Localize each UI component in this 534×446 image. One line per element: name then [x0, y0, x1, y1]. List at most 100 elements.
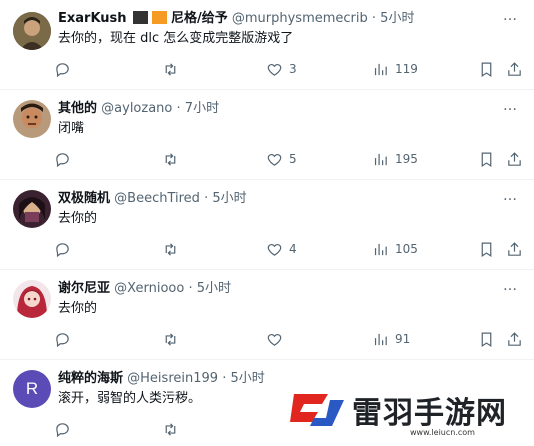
retweet-button[interactable] [162, 239, 179, 259]
heart-icon [267, 153, 282, 166]
timestamp[interactable]: 5小时 [197, 281, 231, 296]
user-handle[interactable]: @aylozano [101, 101, 172, 116]
bookmark-button[interactable] [478, 149, 495, 169]
avatar[interactable]: R [13, 370, 51, 408]
bookmark-icon [481, 242, 492, 257]
share-icon [508, 241, 521, 256]
separator: · [204, 191, 209, 206]
reply-icon [56, 242, 69, 257]
site-watermark: 雷羽手游网 www.leiucn.com [280, 374, 534, 446]
view-count: 119 [395, 62, 418, 76]
separator: · [222, 371, 227, 386]
more-options-icon[interactable]: … [503, 98, 518, 114]
display-name[interactable]: 纯粹的海斯 [58, 371, 123, 386]
views-chart-icon [374, 333, 387, 345]
heart-icon [267, 243, 282, 256]
bookmark-button[interactable] [478, 59, 495, 79]
tweet-text: 滚开，弱智的人类污秽。 [58, 391, 202, 406]
share-button[interactable] [506, 239, 523, 259]
timestamp[interactable]: 5小时 [212, 191, 246, 206]
tweet-header: 谢尔尼亚 @Xerniooo · 5小时 [58, 280, 231, 298]
like-count: 4 [289, 242, 297, 256]
timestamp[interactable]: 5小时 [380, 11, 414, 26]
retweet-icon [165, 152, 176, 166]
tweet-text: 去你的 [58, 301, 98, 316]
display-name[interactable]: 其他的 [58, 101, 97, 116]
tweet-header: 其他的 @aylozano · 7小时 [58, 100, 219, 118]
views-button[interactable]: 195 [372, 149, 418, 169]
tweet[interactable]: 谢尔尼亚 @Xerniooo · 5小时 … 去你的 91 [0, 270, 534, 360]
tweet-text: 闭嘴 [58, 121, 85, 136]
share-button[interactable] [506, 329, 523, 349]
user-handle[interactable]: @BeechTired [114, 191, 200, 206]
display-name[interactable]: ExarKush [58, 11, 127, 26]
reply-button[interactable] [54, 239, 71, 259]
user-handle[interactable]: @Xerniooo [114, 281, 184, 296]
tweet-actions: 5 195 [54, 149, 524, 169]
more-options-icon[interactable]: … [503, 8, 518, 24]
display-name-suffix: 尼格/给予 [170, 11, 228, 26]
view-count: 105 [395, 242, 418, 256]
like-count: 3 [289, 62, 297, 76]
tweet[interactable]: 其他的 @aylozano · 7小时 … 闭嘴 5 195 [0, 90, 534, 180]
avatar-letter: R [25, 379, 39, 398]
retweet-button[interactable] [162, 329, 179, 349]
views-chart-icon [374, 153, 387, 165]
reply-button[interactable] [54, 59, 71, 79]
avatar[interactable] [13, 12, 51, 50]
retweet-button[interactable] [162, 419, 179, 439]
reply-icon [56, 332, 69, 347]
like-button[interactable]: 4 [266, 239, 297, 259]
views-chart-icon [374, 63, 387, 75]
retweet-button[interactable] [162, 149, 179, 169]
watermark-logo-icon [290, 394, 344, 426]
reply-icon [56, 422, 69, 437]
tweet-text: 去你的，现在 dlc 怎么变成完整版游戏了 [58, 31, 294, 46]
share-icon [508, 331, 521, 346]
tweet-actions: 4 105 [54, 239, 524, 259]
more-options-icon[interactable]: … [503, 278, 518, 294]
tweet-text: 去你的 [58, 211, 98, 226]
display-name[interactable]: 谢尔尼亚 [58, 281, 110, 296]
like-button[interactable] [266, 329, 283, 349]
views-chart-icon [374, 243, 387, 255]
tweet-actions: 91 [54, 329, 524, 349]
retweet-button[interactable] [162, 59, 179, 79]
retweet-icon [165, 242, 176, 256]
avatar[interactable] [13, 280, 51, 318]
view-count: 91 [395, 332, 411, 346]
tweet[interactable]: ExarKush 尼格/给予 @murphysmemecrib · 5小时 … … [0, 0, 534, 90]
separator: · [371, 11, 377, 26]
views-button[interactable]: 105 [372, 239, 418, 259]
tweet-header: 双极随机 @BeechTired · 5小时 [58, 190, 247, 208]
avatar[interactable] [13, 190, 51, 228]
like-button[interactable]: 5 [266, 149, 297, 169]
reply-button[interactable] [54, 329, 71, 349]
display-name[interactable]: 双极随机 [58, 191, 110, 206]
views-button[interactable]: 119 [372, 59, 418, 79]
share-button[interactable] [506, 149, 523, 169]
more-options-icon[interactable]: … [503, 188, 518, 204]
reply-button[interactable] [54, 419, 71, 439]
bookmark-button[interactable] [478, 329, 495, 349]
views-button[interactable]: 91 [372, 329, 410, 349]
bookmark-icon [481, 332, 492, 347]
user-handle[interactable]: @murphysmemecrib [232, 11, 368, 26]
share-button[interactable] [506, 59, 523, 79]
share-icon [508, 61, 521, 76]
share-icon [508, 151, 521, 166]
bookmark-icon [481, 152, 492, 167]
watermark-text: 雷羽手游网 [352, 396, 507, 431]
avatar[interactable] [13, 100, 51, 138]
tweet-header: 纯粹的海斯 @Heisrein199 · 5小时 [58, 370, 265, 388]
reply-button[interactable] [54, 149, 71, 169]
separator: · [188, 281, 193, 296]
tweet-actions: 3 119 [54, 59, 524, 79]
bookmark-button[interactable] [478, 239, 495, 259]
like-button[interactable]: 3 [266, 59, 297, 79]
separator: · [176, 101, 181, 116]
user-handle[interactable]: @Heisrein199 [127, 371, 218, 386]
timestamp[interactable]: 5小时 [230, 371, 264, 386]
timestamp[interactable]: 7小时 [185, 101, 219, 116]
tweet[interactable]: 双极随机 @BeechTired · 5小时 … 去你的 4 105 [0, 180, 534, 270]
